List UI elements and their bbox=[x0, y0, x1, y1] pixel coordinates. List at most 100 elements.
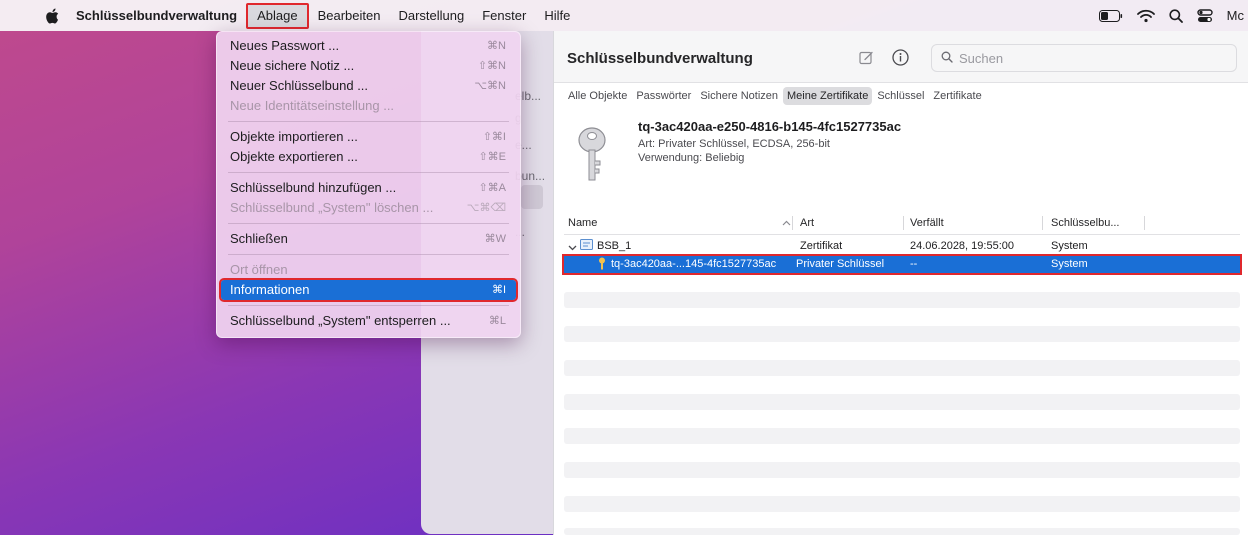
tab-schluessel[interactable]: Schlüssel bbox=[873, 87, 928, 105]
menu-item-neue-sichere-notiz[interactable]: Neue sichere Notiz ... ⇧⌘N bbox=[217, 56, 520, 76]
menu-item-neuer-schluesselbund[interactable]: Neuer Schlüsselbund ... ⌥⌘N bbox=[217, 76, 520, 96]
menu-item-schliessen[interactable]: Schließen ⌘W bbox=[217, 229, 520, 249]
menu-shortcut: ⇧⌘I bbox=[482, 131, 506, 143]
menu-item-label: Objekte exportieren ... bbox=[230, 149, 358, 164]
tab-meine-zertifikate[interactable]: Meine Zertifikate bbox=[783, 87, 873, 105]
control-center-icon[interactable] bbox=[1196, 8, 1213, 23]
empty-row bbox=[564, 292, 1240, 308]
info-icon[interactable] bbox=[891, 48, 909, 66]
search-input[interactable] bbox=[959, 50, 1199, 66]
menubar-fenster[interactable]: Fenster bbox=[473, 5, 535, 27]
menu-item-neue-identitaetseinstellung: Neue Identitätseinstellung ... bbox=[217, 96, 520, 116]
ablage-menu: Neues Passwort ... ⌘N Neue sichere Notiz … bbox=[216, 31, 521, 338]
menubar-darstellung[interactable]: Darstellung bbox=[389, 5, 473, 27]
row-art: Privater Schlüssel bbox=[796, 258, 885, 270]
column-header-name[interactable]: Name bbox=[568, 217, 597, 229]
menu-shortcut: ⌥⌘⌫ bbox=[466, 202, 506, 214]
menu-item-schluesselbund-entsperren[interactable]: Schlüsselbund „System" entsperren ... ⌘L bbox=[217, 311, 520, 331]
menu-shortcut: ⇧⌘N bbox=[477, 60, 506, 72]
empty-row bbox=[564, 528, 1240, 535]
tab-passwoerter[interactable]: Passwörter bbox=[632, 87, 695, 105]
detail-usage: Verwendung: Beliebig bbox=[638, 152, 745, 164]
search-field[interactable] bbox=[931, 44, 1237, 72]
menu-separator bbox=[228, 172, 509, 173]
menu-item-schluesselbund-hinzufuegen[interactable]: Schlüsselbund hinzufügen ... ⇧⌘A bbox=[217, 178, 520, 198]
menu-item-label: Informationen bbox=[230, 282, 310, 297]
row-verfaellt: 24.06.2028, 19:55:00 bbox=[910, 240, 1014, 252]
row-keychain: System bbox=[1051, 258, 1088, 270]
menu-shortcut: ⌥⌘N bbox=[474, 80, 506, 92]
menu-item-label: Schließen bbox=[230, 231, 288, 246]
wifi-icon[interactable] bbox=[1136, 9, 1155, 23]
menu-item-ort-oeffnen: Ort öffnen bbox=[217, 260, 520, 280]
key-icon bbox=[598, 257, 606, 273]
battery-icon[interactable] bbox=[1098, 9, 1123, 22]
menu-shortcut: ⌘L bbox=[488, 315, 506, 327]
row-verfaellt: -- bbox=[910, 258, 918, 270]
empty-row bbox=[564, 428, 1240, 444]
empty-row bbox=[564, 496, 1240, 512]
spotlight-icon[interactable] bbox=[1169, 8, 1183, 23]
tab-alle-objekte[interactable]: Alle Objekte bbox=[564, 87, 631, 105]
column-header-art[interactable]: Art bbox=[800, 217, 814, 229]
table-row[interactable]: BSB_1 Zertifikat 24.06.2028, 19:55:00 Sy… bbox=[564, 238, 1240, 255]
search-icon bbox=[941, 51, 953, 66]
keychain-window: Schlüsselbundverwaltung Alle Objekte Pas… bbox=[553, 31, 1248, 535]
menu-item-label: Neues Passwort ... bbox=[230, 38, 340, 53]
menu-bar: Schlüsselbundverwaltung Ablage Bearbeite… bbox=[0, 0, 1248, 31]
disclosure-chevron-icon[interactable] bbox=[568, 242, 577, 254]
menu-separator bbox=[228, 223, 509, 224]
column-divider[interactable] bbox=[792, 216, 793, 230]
tab-sichere-notizen[interactable]: Sichere Notizen bbox=[696, 87, 782, 105]
menubar-hilfe[interactable]: Hilfe bbox=[535, 5, 579, 27]
menu-item-label: Ort öffnen bbox=[230, 262, 288, 277]
menu-item-neues-passwort[interactable]: Neues Passwort ... ⌘N bbox=[217, 36, 520, 56]
menu-separator bbox=[228, 254, 509, 255]
menu-item-label: Neue Identitätseinstellung ... bbox=[230, 98, 395, 113]
table-header: Name Art Verfällt Schlüsselbu... bbox=[564, 213, 1240, 235]
menu-separator bbox=[228, 305, 509, 306]
menu-item-objekte-exportieren[interactable]: Objekte exportieren ... ⇧⌘E bbox=[217, 147, 520, 167]
menubar-bearbeiten[interactable]: Bearbeiten bbox=[309, 5, 390, 27]
menu-item-label: Schlüsselbund „System" löschen ... bbox=[230, 200, 434, 215]
tab-zertifikate[interactable]: Zertifikate bbox=[929, 87, 985, 105]
new-item-icon[interactable] bbox=[857, 48, 875, 66]
window-toolbar: Schlüsselbundverwaltung bbox=[554, 31, 1248, 83]
table-row-selected[interactable]: tq-3ac420aa-...145-4fc1527735ac Privater… bbox=[562, 254, 1242, 275]
detail-type: Art: Privater Schlüssel, ECDSA, 256-bit bbox=[638, 138, 830, 150]
apple-icon[interactable] bbox=[42, 8, 62, 24]
menubar-clock-fragment[interactable]: Mc bbox=[1227, 8, 1244, 23]
sort-ascending-icon[interactable] bbox=[782, 217, 791, 229]
row-keychain: System bbox=[1051, 240, 1088, 252]
status-area: Mc bbox=[1098, 0, 1248, 31]
row-name: BSB_1 bbox=[597, 240, 632, 252]
private-key-icon bbox=[574, 125, 610, 185]
menu-item-label: Objekte importieren ... bbox=[230, 129, 358, 144]
column-header-keychain[interactable]: Schlüsselbu... bbox=[1051, 217, 1119, 229]
empty-row bbox=[564, 462, 1240, 478]
menu-item-objekte-importieren[interactable]: Objekte importieren ... ⇧⌘I bbox=[217, 127, 520, 147]
menubar-app-name[interactable]: Schlüsselbundverwaltung bbox=[76, 5, 246, 27]
sidebar-selected-item[interactable] bbox=[521, 185, 543, 209]
menu-item-schluesselbund-loeschen: Schlüsselbund „System" löschen ... ⌥⌘⌫ bbox=[217, 198, 520, 218]
menu-item-informationen[interactable]: Informationen ⌘I bbox=[219, 278, 518, 302]
menu-shortcut: ⌘N bbox=[487, 40, 506, 52]
menu-item-label: Schlüsselbund hinzufügen ... bbox=[230, 180, 397, 195]
column-header-verfaellt[interactable]: Verfällt bbox=[910, 217, 944, 229]
empty-row bbox=[564, 326, 1240, 342]
empty-row bbox=[564, 360, 1240, 376]
column-divider[interactable] bbox=[1042, 216, 1043, 230]
menu-item-label: Schlüsselbund „System" entsperren ... bbox=[230, 313, 451, 328]
detail-name: tq-3ac420aa-e250-4816-b145-4fc1527735ac bbox=[638, 119, 902, 134]
row-art: Zertifikat bbox=[800, 240, 843, 252]
column-divider[interactable] bbox=[1144, 216, 1145, 230]
menu-separator bbox=[228, 121, 509, 122]
certificate-icon bbox=[580, 239, 593, 254]
menubar-ablage[interactable]: Ablage bbox=[246, 2, 309, 29]
menu-item-label: Neue sichere Notiz ... bbox=[230, 58, 355, 73]
category-tabs: Alle Objekte Passwörter Sichere Notizen … bbox=[564, 87, 986, 105]
menu-shortcut: ⇧⌘E bbox=[478, 151, 506, 163]
column-divider[interactable] bbox=[903, 216, 904, 230]
menu-item-label: Neuer Schlüsselbund ... bbox=[230, 78, 369, 93]
window-title: Schlüsselbundverwaltung bbox=[567, 50, 753, 67]
